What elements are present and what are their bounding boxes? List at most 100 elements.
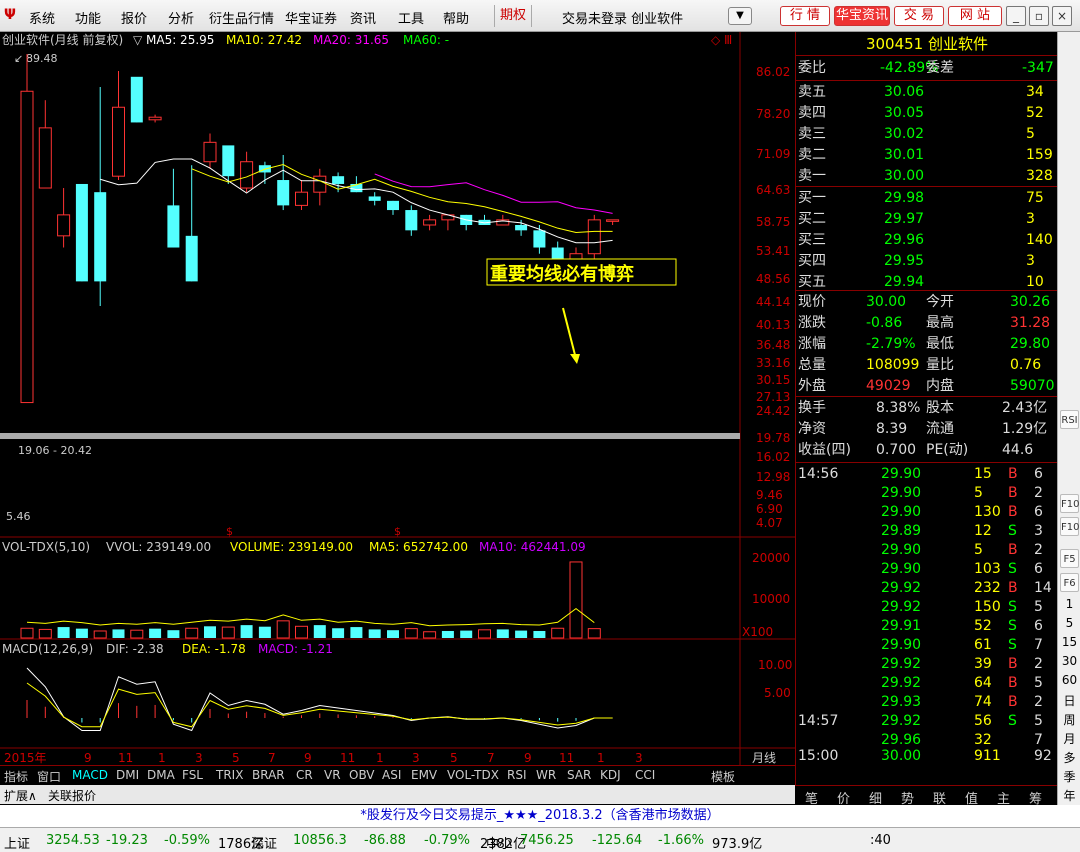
tab-4[interactable]: DMA	[147, 768, 175, 782]
menu-item-system[interactable]: 系统	[29, 8, 55, 27]
price-axis-label: 53.41	[756, 244, 790, 258]
stock-name: 创业软件	[928, 35, 989, 53]
tab-3[interactable]: DMI	[116, 768, 139, 782]
tab-13[interactable]: VOL-TDX	[447, 768, 499, 782]
market-button[interactable]: 行 情	[780, 6, 830, 26]
sidebar-btn-5[interactable]: 5	[1060, 616, 1079, 630]
candle-body	[130, 76, 143, 123]
template-tab[interactable]: 模板	[711, 768, 735, 785]
volume-bar	[569, 561, 583, 639]
volume-bar	[441, 630, 454, 638]
candle-body	[148, 116, 162, 121]
ma5-label: MA5: 25.95	[146, 33, 214, 47]
x-axis-label: 3	[635, 751, 643, 765]
x-axis-label: 1	[158, 751, 166, 765]
sidebar-btn-15[interactable]: 15	[1060, 635, 1079, 649]
dividend-marker: $	[226, 525, 233, 538]
menu-item-huabao[interactable]: 华宝证券	[285, 8, 337, 27]
menu-item-help[interactable]: 帮助	[443, 8, 469, 27]
tick-row: 29.90 5 B 2	[881, 542, 1043, 558]
volume-bar	[276, 620, 290, 639]
tab-11[interactable]: ASI	[382, 768, 401, 782]
candle-body	[277, 180, 290, 206]
volume-bar	[496, 629, 509, 638]
sell-row: 卖五 30.06 34	[798, 84, 1044, 100]
sidebar-btn-F10[interactable]: F10	[1060, 494, 1079, 513]
tab-1[interactable]: 窗口	[37, 768, 61, 785]
menu-item-derivatives[interactable]: 衍生品行情	[209, 8, 274, 27]
tab-8[interactable]: CR	[296, 768, 313, 782]
x-axis-label: 3	[195, 751, 203, 765]
tab-0[interactable]: 指标	[4, 768, 28, 785]
kline-chart[interactable]: 创业软件(月线 前复权) ▽ MA5: 25.95 MA10: 27.42 MA…	[0, 32, 795, 765]
restore-icon[interactable]: ▫	[1029, 6, 1049, 26]
tab-14[interactable]: RSI	[507, 768, 527, 782]
menu-item-news[interactable]: 资讯	[350, 8, 376, 27]
tab-6[interactable]: TRIX	[216, 768, 243, 782]
candle-body	[332, 176, 345, 184]
candle-body	[185, 235, 198, 282]
x-axis-label: 9	[304, 751, 312, 765]
vvol-label: VVOL: 239149.00	[106, 540, 211, 554]
volume-label: VOLUME: 239149.00	[230, 540, 353, 554]
tab-18[interactable]: CCI	[635, 768, 655, 782]
sidebar-btn-周[interactable]: 周	[1060, 711, 1079, 728]
trade-button[interactable]: 交 易	[894, 6, 944, 26]
price-axis-label: 78.20	[756, 107, 790, 121]
tab-5[interactable]: FSL	[182, 768, 203, 782]
sidebar-btn-F5[interactable]: F5	[1060, 549, 1079, 568]
candle-body	[75, 183, 88, 282]
tab-16[interactable]: SAR	[567, 768, 591, 782]
price-axis-label: 24.42	[756, 404, 790, 418]
candle-body	[38, 127, 52, 189]
range-label: 19.06 - 20.42	[18, 444, 92, 457]
chart-toggle-icon[interactable]: ◇ Ⅲ	[711, 33, 732, 47]
menu-item-tools[interactable]: 工具	[398, 8, 424, 27]
tab-9[interactable]: VR	[324, 768, 341, 782]
sidebar-btn-年[interactable]: 年	[1060, 787, 1079, 804]
menu-item-function[interactable]: 功能	[75, 8, 101, 27]
dropdown-chevron-icon[interactable]: ▼	[728, 7, 752, 25]
buy-row: 买三 29.96 140	[798, 232, 1053, 248]
minimize-icon[interactable]: _	[1006, 6, 1026, 26]
sidebar-btn-1[interactable]: 1	[1060, 597, 1079, 611]
expand-button[interactable]: 扩展∧	[4, 787, 37, 804]
price-axis-label: 30.15	[756, 373, 790, 387]
sidebar-btn-30[interactable]: 30	[1060, 654, 1079, 668]
tab-17[interactable]: KDJ	[600, 768, 621, 782]
menu-item-quote[interactable]: 报价	[121, 8, 147, 27]
volume-bar	[478, 629, 491, 639]
volume-bar	[460, 630, 473, 638]
sidebar-btn-F10[interactable]: F10	[1060, 517, 1079, 536]
tab-10[interactable]: OBV	[349, 768, 375, 782]
sidebar-btn-多[interactable]: 多	[1060, 749, 1079, 766]
news-ticker[interactable]: *股发行及今日交易提示_★★★_2018.3.2（含香港市场数据）	[0, 805, 1080, 827]
huabao-news-button[interactable]: 华宝资讯	[834, 6, 890, 26]
website-button[interactable]: 网 站	[948, 6, 1002, 26]
x-axis-label: 5	[450, 751, 458, 765]
menu-item-analysis[interactable]: 分析	[168, 8, 194, 27]
options-tab[interactable]: 期权	[494, 5, 532, 27]
sidebar-btn-月[interactable]: 月	[1060, 730, 1079, 747]
sidebar-btn-RSI[interactable]: RSI	[1060, 410, 1079, 429]
stat2-row: 净资 8.39 流通 1.29亿	[798, 421, 1048, 437]
collapse-arrow-icon[interactable]: ▽	[133, 33, 143, 47]
sidebar-btn-季[interactable]: 季	[1060, 768, 1079, 785]
sidebar-btn-60[interactable]: 60	[1060, 673, 1079, 687]
sidebar-btn-日[interactable]: 日	[1060, 692, 1079, 709]
close-icon[interactable]: ×	[1052, 6, 1072, 26]
tick-row: 29.90 103 S 6	[881, 561, 1043, 577]
tab-7[interactable]: BRAR	[252, 768, 285, 782]
price-axis-label: 6.90	[756, 502, 783, 516]
sidebar-btn-F6[interactable]: F6	[1060, 573, 1079, 592]
menu-bar: Ψ 系统 功能 报价 分析 衍生品行情 华宝证券 资讯 工具 帮助 期权 交易未…	[0, 0, 1080, 32]
price-axis-label: 64.63	[756, 183, 790, 197]
tab-2[interactable]: MACD	[72, 768, 108, 782]
x-axis-label: 11	[340, 751, 355, 765]
x-axis-label: 1	[597, 751, 605, 765]
related-quote-button[interactable]: 关联报价	[48, 787, 96, 804]
tab-12[interactable]: EMV	[411, 768, 437, 782]
tab-15[interactable]: WR	[536, 768, 556, 782]
x-axis-label: 7	[268, 751, 276, 765]
tick-row: 29.91 52 S 6	[881, 618, 1043, 634]
